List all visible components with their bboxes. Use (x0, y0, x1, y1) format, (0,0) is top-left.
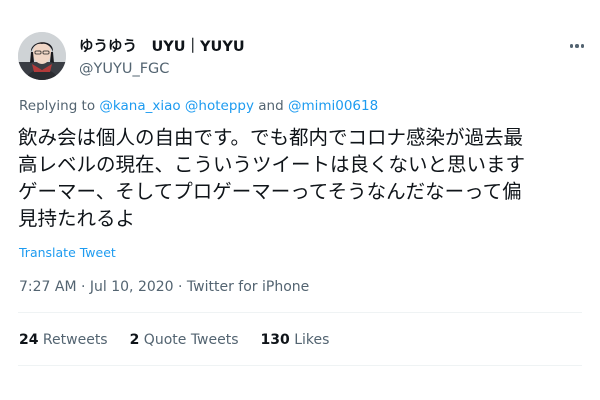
mention-link-3[interactable]: @mimi00618 (288, 98, 378, 114)
quote-tweets-count: 2 (129, 332, 140, 348)
retweets-stat[interactable]: 24 Retweets (19, 332, 108, 348)
tweet-text: 飲み会は個人の自由です。でも都内でコロナ感染が過去最 高レベルの現在、こういうツ… (18, 124, 588, 232)
tweet-card: ゆうゆう UYU｜YUYU @YUYU_FGC Replying to @kan… (0, 0, 600, 400)
translate-tweet-link[interactable]: Translate Tweet (19, 245, 116, 260)
avatar-image (18, 32, 66, 80)
likes-count: 130 (260, 332, 290, 348)
more-dots-icon[interactable] (564, 36, 590, 56)
quote-tweets-stat[interactable]: 2 Quote Tweets (130, 332, 239, 348)
mention-separator-2: and (253, 98, 288, 114)
tweet-stats: 24 Retweets 2 Quote Tweets 130 Likes (19, 332, 329, 348)
mention-link-1[interactable]: @kana_xiao (99, 98, 180, 114)
author-handle[interactable]: @YUYU_FGC (79, 60, 245, 78)
likes-label: Likes (289, 332, 330, 348)
retweets-label: Retweets (38, 332, 108, 348)
tweet-text-line-2: 高レベルの現在、こういうツイートは良くないと思います (18, 153, 526, 176)
quote-tweets-label: Quote Tweets (139, 332, 239, 348)
divider (18, 365, 582, 366)
tweet-text-line-4: 見持たれるよ (18, 207, 136, 230)
likes-stat[interactable]: 130 Likes (261, 332, 330, 348)
replying-to-line: Replying to @kana_xiao @hoteppy and @mim… (19, 98, 378, 114)
mention-link-2[interactable]: @hoteppy (185, 98, 254, 114)
author-display-name[interactable]: ゆうゆう UYU｜YUYU (79, 38, 245, 56)
tweet-timestamp[interactable]: 7:27 AM · Jul 10, 2020 · Twitter for iPh… (19, 279, 309, 295)
divider (18, 312, 582, 313)
replying-to-prefix: Replying to (19, 98, 100, 114)
avatar[interactable] (18, 32, 66, 80)
tweet-text-line-1: 飲み会は個人の自由です。でも都内でコロナ感染が過去最 (18, 126, 524, 149)
retweets-count: 24 (19, 332, 39, 348)
author-info: ゆうゆう UYU｜YUYU @YUYU_FGC (79, 38, 245, 78)
tweet-text-line-3: ゲーマー、そしてプロゲーマーってそうなんだなーって偏 (18, 180, 522, 203)
